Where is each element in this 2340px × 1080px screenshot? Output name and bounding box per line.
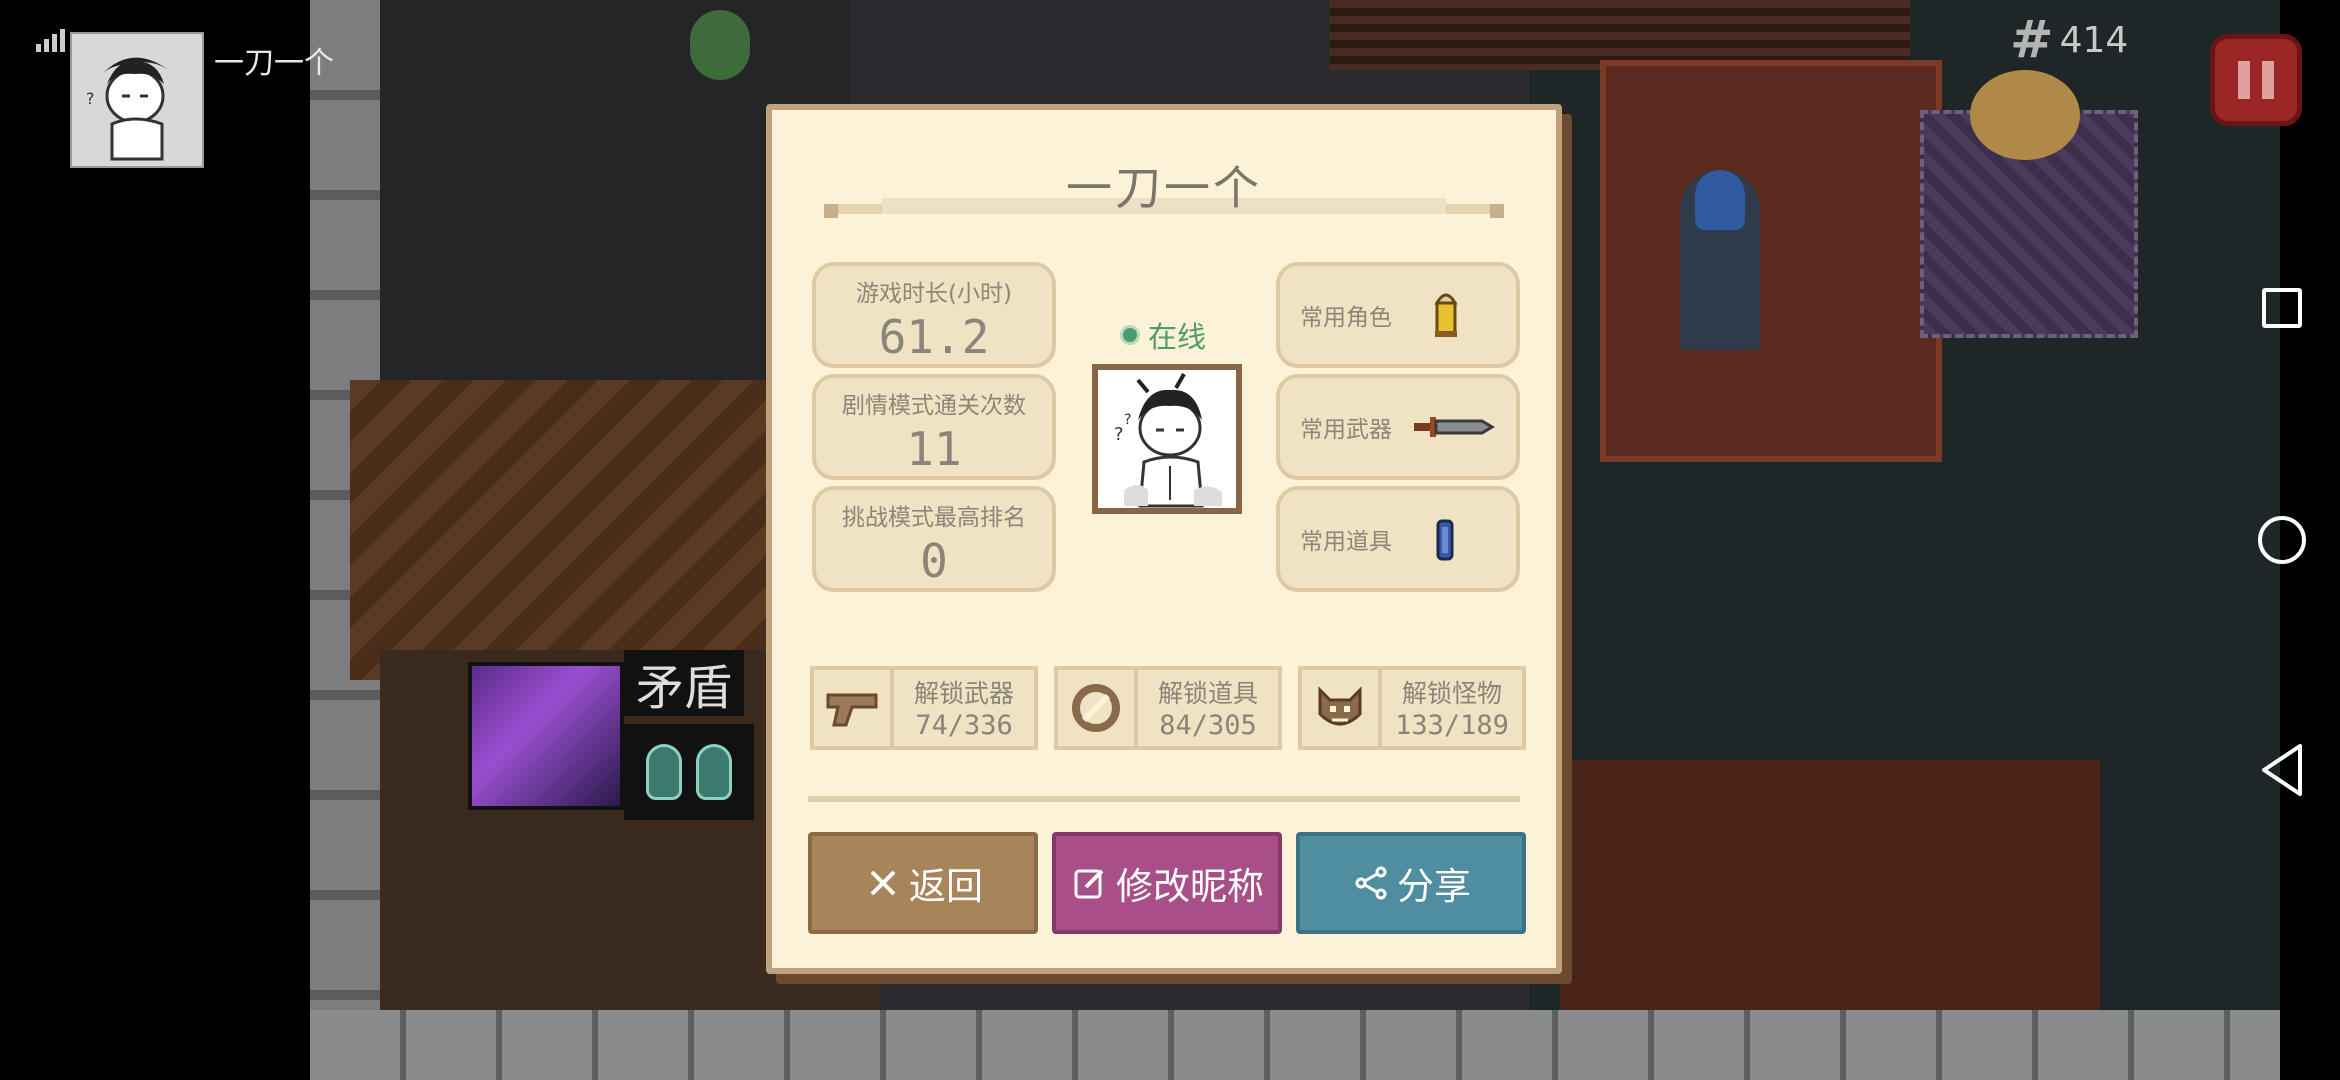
fav-character: 常用角色: [1276, 262, 1520, 368]
stat-label: 剧情模式通关次数: [842, 393, 1026, 419]
fav-item: 常用道具: [1276, 486, 1520, 592]
share-icon: [1351, 863, 1391, 903]
unlock-label: 解锁武器: [913, 679, 1014, 708]
ear-buff-icon: [696, 744, 732, 800]
fav-label: 常用武器: [1300, 417, 1392, 443]
signal-icon: [36, 28, 68, 52]
online-label: 在线: [1148, 320, 1207, 354]
pause-bar-right: [2262, 61, 2274, 99]
sword-icon: [1410, 397, 1495, 457]
fav-label: 常用道具: [1300, 529, 1392, 555]
divider: [808, 796, 1520, 802]
unlock-label: 解锁怪物: [1401, 679, 1502, 708]
fav-weapon: 常用武器: [1276, 374, 1520, 480]
gem-count: 414: [2059, 19, 2129, 61]
edit-icon: [1070, 863, 1110, 903]
pause-bar-left: [2238, 61, 2250, 99]
unlock-weapons: 解锁武器 74/336: [810, 666, 1038, 750]
online-dot-icon: [1120, 325, 1140, 345]
stat-value: 11: [906, 422, 962, 476]
gem-counter: # 414: [2010, 14, 2128, 66]
profile-avatar[interactable]: ? ?: [1092, 364, 1242, 514]
character-portrait[interactable]: [468, 662, 624, 810]
stat-story-clears: 剧情模式通关次数 11: [812, 374, 1056, 480]
profile-dialog: 一刀一个 游戏时长(小时) 61.2 剧情模式通关次数 11 挑战模式最高排名 …: [766, 104, 1562, 974]
unlock-text: 解锁武器 74/336: [894, 670, 1034, 746]
player-name: 一刀一个: [214, 46, 334, 81]
lower-carpet: [1560, 760, 2100, 1020]
bullet-character-icon: [1410, 285, 1480, 345]
stat-play-time: 游戏时长(小时) 61.2: [812, 262, 1056, 368]
stat-challenge-rank: 挑战模式最高排名 0: [812, 486, 1056, 592]
svg-text:?: ?: [86, 89, 95, 108]
fav-label: 常用角色: [1300, 305, 1392, 331]
stat-label: 挑战模式最高排名: [842, 505, 1026, 531]
dialog-title: 一刀一个: [1066, 161, 1262, 215]
unlock-label: 解锁道具: [1157, 679, 1258, 708]
share-button-label: 分享: [1397, 865, 1471, 908]
svg-text:?: ?: [1114, 424, 1124, 445]
back-button[interactable]: 返回: [808, 832, 1038, 934]
monster-icon: [1302, 670, 1382, 746]
hash-gem-icon: #: [2010, 10, 2054, 70]
avatar-drawing-icon: ?: [86, 57, 167, 161]
unlock-monsters: 解锁怪物 133/189: [1298, 666, 1526, 750]
unlock-count: 74/336: [915, 710, 1013, 741]
online-status: 在线: [1120, 314, 1206, 356]
item-ring-icon: [1058, 670, 1138, 746]
unlock-text: 解锁怪物 133/189: [1382, 670, 1522, 746]
ear-buff-icon: [646, 744, 682, 800]
bottom-stone-wall: [310, 1010, 2280, 1080]
title-bar: 一刀一个: [824, 148, 1504, 218]
close-icon: [863, 863, 903, 903]
recent-apps-button[interactable]: [2262, 288, 2302, 328]
unlock-text: 解锁道具 84/305: [1138, 670, 1278, 746]
blue-item-icon: [1410, 509, 1480, 569]
back-button-label: 返回: [909, 865, 983, 908]
skill-label: 矛盾: [624, 650, 744, 716]
stat-value: 61.2: [878, 310, 990, 364]
red-carpet: [1600, 60, 1942, 462]
stat-label: 游戏时长(小时): [856, 281, 1012, 307]
unlock-items: 解锁道具 84/305: [1054, 666, 1282, 750]
rename-button-label: 修改昵称: [1116, 865, 1264, 908]
avatar-drawing-icon: ? ?: [1114, 373, 1222, 508]
merchant-cart: [1970, 70, 2080, 160]
unlock-count: 133/189: [1395, 710, 1509, 741]
unlock-count: 84/305: [1159, 710, 1257, 741]
pistol-icon: [814, 670, 894, 746]
player-avatar: ?: [70, 32, 204, 168]
share-button[interactable]: 分享: [1296, 832, 1526, 934]
pause-button[interactable]: [2210, 34, 2302, 126]
home-button[interactable]: [2258, 516, 2306, 564]
rename-button[interactable]: 修改昵称: [1052, 832, 1282, 934]
stat-value: 0: [920, 534, 948, 588]
goblin-npc: [690, 10, 750, 80]
skill-icons: [624, 724, 754, 820]
svg-text:?: ?: [1124, 412, 1131, 428]
back-nav-button[interactable]: [2258, 742, 2306, 798]
knight-statue-helmet: [1695, 170, 1745, 230]
